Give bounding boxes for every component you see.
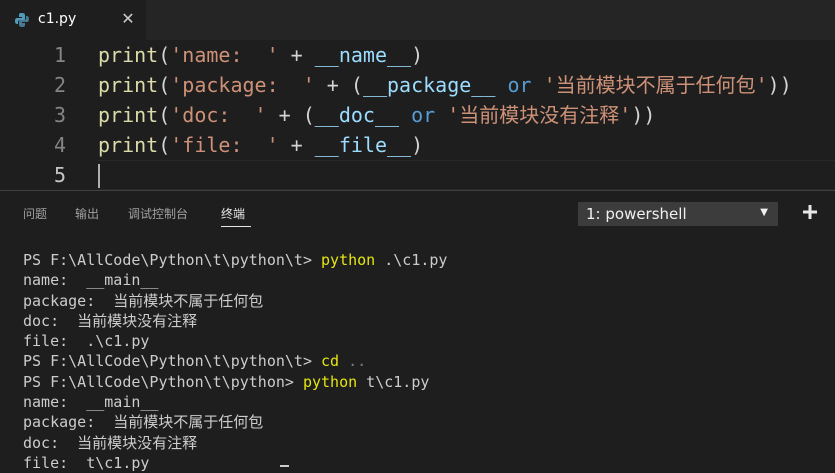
terminal-line: PS F:\AllCode\Python\t\python\t> python …	[23, 250, 823, 270]
code-token: 'package: '	[170, 73, 315, 97]
terminal-output-text: file: .\c1.py	[23, 332, 150, 351]
code-text: print('name: ' + __name__)	[98, 40, 423, 70]
code-token: +	[278, 43, 315, 67]
tab-debug-console[interactable]: 调试控制台	[128, 205, 188, 222]
python-icon	[15, 13, 29, 27]
code-token: (	[158, 103, 171, 127]
terminal-args: ..	[339, 352, 367, 371]
code-token: '当前模块不属于任何包'	[543, 73, 768, 97]
terminal-command: cd	[321, 352, 340, 371]
plus-icon[interactable]	[800, 202, 820, 222]
code-text: print('file: ' + __file__)	[98, 130, 423, 160]
terminal-prompt: PS F:\AllCode\Python\t\python>	[23, 372, 303, 391]
code-line[interactable]: 1 print('name: ' + __name__)	[0, 40, 835, 70]
terminal-line: doc: 当前模块没有注释	[23, 311, 823, 331]
code-token: 'name: '	[170, 43, 279, 67]
code-token: (	[158, 73, 171, 97]
code-token: __doc__	[314, 103, 400, 127]
bottom-panel: 问题 输出 调试控制台 终端 1: powershell ▼ PS F:\All…	[0, 190, 835, 473]
code-token: __file__	[314, 133, 412, 157]
line-number: 2	[53, 73, 66, 97]
code-line[interactable]: 4 print('file: ' + __file__)	[0, 130, 835, 160]
tab-terminal[interactable]: 终端	[221, 205, 245, 222]
code-line[interactable]: 2 print('package: ' + (__package__ or '当前…	[0, 70, 835, 100]
terminal-line: package: 当前模块不属于任何包	[23, 412, 823, 432]
code-token: print	[98, 43, 159, 67]
terminal-select[interactable]: 1: powershell ▼	[578, 202, 778, 226]
tab-problems[interactable]: 问题	[23, 205, 47, 222]
terminal-output-text: package: 当前模块不属于任何包	[23, 291, 264, 310]
panel-tab-bar: 问题 输出 调试控制台 终端 1: powershell ▼	[0, 191, 835, 237]
code-token: 'file: '	[170, 133, 279, 157]
code-token: + (	[266, 103, 315, 127]
terminal-prompt: PS F:\AllCode\Python\t\python\t>	[23, 251, 322, 269]
terminal-line: name: __main__	[23, 270, 823, 290]
code-token: print	[98, 103, 159, 127]
editor-tab-bar: c1.py ✕	[0, 0, 835, 40]
code-token: ))	[767, 73, 792, 97]
line-number: 3	[53, 103, 66, 127]
code-line[interactable]: 5	[0, 160, 835, 190]
code-text: print('doc: ' + (__doc__ or '当前模块没有注释'))	[98, 100, 655, 130]
terminal-cursor	[280, 465, 289, 467]
terminal-output-text: name: __main__	[23, 393, 159, 412]
terminal-prompt: PS F:\AllCode\Python\t\python\t>	[23, 352, 322, 371]
active-tab-indicator	[221, 226, 251, 227]
code-token: 'doc: '	[170, 103, 267, 127]
code-token: ))	[631, 103, 656, 127]
code-token: __package__	[362, 73, 496, 97]
chevron-down-icon: ▼	[760, 207, 768, 218]
terminal-args: t\c1.py	[357, 372, 430, 391]
terminal-line: doc: 当前模块没有注释	[23, 433, 823, 453]
code-line[interactable]: 3 print('doc: ' + (__doc__ or '当前模块没有注释')…	[0, 100, 835, 130]
terminal-line: name: __main__	[23, 392, 823, 412]
terminal-line: PS F:\AllCode\Python\t\python> python t\…	[23, 372, 823, 392]
line-number: 4	[53, 133, 66, 157]
terminal-line: package: 当前模块不属于任何包	[23, 291, 823, 311]
code-text: print('package: ' + (__package__ or '当前模…	[98, 70, 792, 100]
code-token: or	[411, 103, 436, 127]
terminal-args: .\c1.py	[375, 251, 448, 269]
code-token: + (	[314, 73, 363, 97]
terminal-output[interactable]: PS F:\AllCode\Python\t\python\t> python …	[23, 250, 823, 473]
code-token: (	[158, 43, 171, 67]
line-number: 1	[53, 43, 66, 67]
code-token: or	[507, 73, 532, 97]
code-token: print	[98, 73, 159, 97]
terminal-select-value: 1: powershell	[586, 205, 687, 223]
terminal-output-text: file: t\c1.py	[23, 453, 150, 472]
close-icon[interactable]: ✕	[120, 11, 136, 27]
text-cursor	[98, 164, 100, 188]
terminal-line: file: .\c1.py	[23, 331, 823, 351]
code-token: '当前模块没有注释'	[447, 103, 632, 127]
code-token: (	[158, 133, 171, 157]
tab-c1-py[interactable]: c1.py ✕	[0, 0, 146, 40]
terminal-line: PS F:\AllCode\Python\t\python\t> cd ..	[23, 351, 823, 371]
code-token: __name__	[314, 43, 412, 67]
tab-title: c1.py	[38, 11, 77, 27]
terminal-output-text: doc: 当前模块没有注释	[23, 311, 198, 330]
code-token: print	[98, 133, 159, 157]
tab-output[interactable]: 输出	[75, 205, 99, 222]
code-editor[interactable]: 1 print('name: ' + __name__) 2 print('packa…	[0, 40, 835, 190]
terminal-output-text: package: 当前模块不属于任何包	[23, 413, 264, 432]
terminal-output-text: name: __main__	[23, 271, 159, 290]
code-token: )	[411, 133, 424, 157]
code-token: +	[278, 133, 315, 157]
line-number: 5	[53, 163, 66, 187]
terminal-output-text: doc: 当前模块没有注释	[23, 433, 198, 452]
terminal-command: python	[302, 372, 358, 391]
code-token: )	[411, 43, 424, 67]
terminal-command: python	[321, 251, 376, 269]
